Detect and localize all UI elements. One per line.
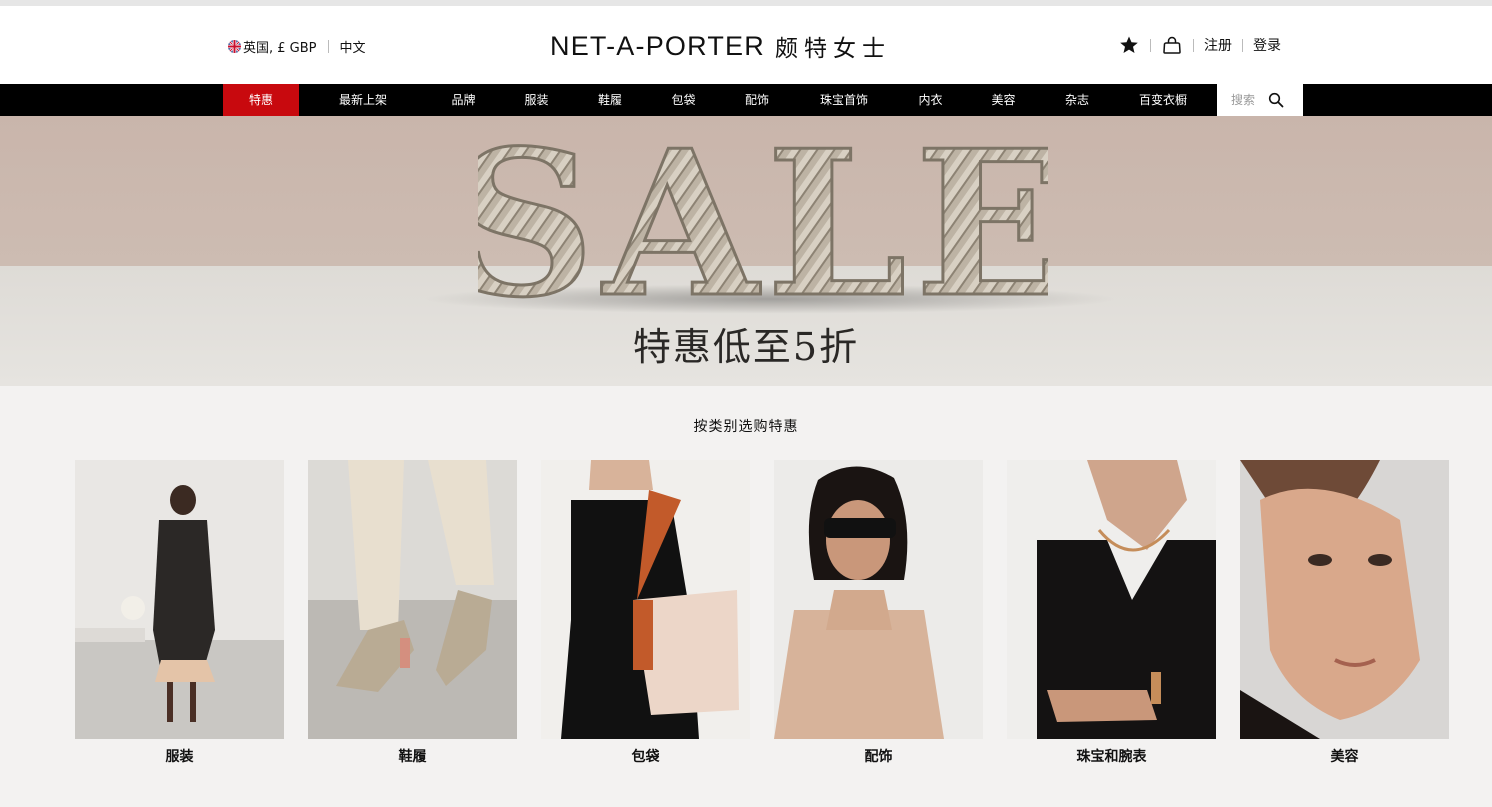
divider <box>1193 38 1194 52</box>
category-label-beauty[interactable]: 美容 <box>1240 746 1449 766</box>
login-link[interactable]: 登录 <box>1253 35 1281 55</box>
logo-wordmark: NET-A-PORTER <box>550 30 765 61</box>
divider <box>327 40 329 53</box>
nav-item-bags[interactable]: 包袋 <box>647 84 720 116</box>
nav-item-jewelry[interactable]: 珠宝首饰 <box>794 84 894 116</box>
category-label-bags[interactable]: 包袋 <box>541 746 750 766</box>
divider <box>1150 38 1151 52</box>
country-currency-link[interactable]: 英国, £ GBP <box>243 37 317 56</box>
nav-item-shoes[interactable]: 鞋履 <box>573 84 647 116</box>
category-grid: 服装 鞋履 包袋 配饰 珠宝和腕表 美容 <box>75 460 1449 766</box>
category-label-shoes[interactable]: 鞋履 <box>308 746 517 766</box>
search-input[interactable] <box>1231 93 1267 107</box>
hero-word-text: SALE <box>478 134 1048 314</box>
category-image-shoes[interactable] <box>308 460 517 739</box>
site-logo[interactable]: NET-A-PORTER 颇特女士 <box>550 29 891 63</box>
register-link[interactable]: 注册 <box>1204 35 1232 55</box>
category-image-bags[interactable] <box>541 460 750 739</box>
rope-sale-word: SALE <box>478 134 1048 314</box>
category-card-shoes[interactable]: 鞋履 <box>308 460 517 766</box>
site-header: 英国, £ GBP 中文 NET-A-PORTER 颇特女士 注册 登录 <box>0 6 1492 84</box>
category-card-beauty[interactable]: 美容 <box>1240 460 1449 766</box>
nav-item-wardrobe[interactable]: 百变衣橱 <box>1114 84 1212 116</box>
flag-uk-icon[interactable] <box>228 40 241 53</box>
category-card-jewelry-watches[interactable]: 珠宝和腕表 <box>1007 460 1216 766</box>
category-image-beauty[interactable] <box>1240 460 1449 739</box>
logo-chinese: 颇特女士 <box>774 36 891 62</box>
locale-switcher: 英国, £ GBP 中文 <box>228 37 366 56</box>
category-card-clothing[interactable]: 服装 <box>75 460 284 766</box>
category-image-clothing[interactable] <box>75 460 284 739</box>
sale-hero-banner[interactable]: SALE 特惠低至5折 <box>0 116 1492 386</box>
category-label-clothing[interactable]: 服装 <box>75 746 284 766</box>
divider <box>1242 38 1243 52</box>
nav-item-sale[interactable]: 特惠 <box>223 84 299 116</box>
nav-item-lingerie[interactable]: 内衣 <box>894 84 967 116</box>
main-nav: 特惠 最新上架 品牌 服装 鞋履 包袋 配饰 珠宝首饰 内衣 美容 杂志 百变衣… <box>0 84 1492 116</box>
category-card-bags[interactable]: 包袋 <box>541 460 750 766</box>
search-box <box>1217 84 1303 116</box>
category-label-jewelry-watches[interactable]: 珠宝和腕表 <box>1007 746 1216 766</box>
nav-item-clothing[interactable]: 服装 <box>500 84 573 116</box>
nav-list: 特惠 最新上架 品牌 服装 鞋履 包袋 配饰 珠宝首饰 内衣 美容 杂志 百变衣… <box>223 84 1212 116</box>
hero-subtitle: 特惠低至5折 <box>632 325 860 369</box>
nav-item-new-in[interactable]: 最新上架 <box>299 84 427 116</box>
nav-item-beauty[interactable]: 美容 <box>967 84 1040 116</box>
nav-item-accessories[interactable]: 配饰 <box>720 84 794 116</box>
shopping-bag-icon[interactable] <box>1161 34 1183 56</box>
category-image-jewelry-watches[interactable] <box>1007 460 1216 739</box>
wishlist-star-icon[interactable] <box>1118 34 1140 56</box>
nav-item-designers[interactable]: 品牌 <box>427 84 500 116</box>
account-tools: 注册 登录 <box>1118 34 1281 56</box>
category-card-accessories[interactable]: 配饰 <box>774 460 983 766</box>
language-link[interactable]: 中文 <box>340 37 366 56</box>
nav-item-journal[interactable]: 杂志 <box>1040 84 1114 116</box>
search-icon[interactable] <box>1267 91 1285 109</box>
section-title: 按类别选购特惠 <box>693 419 799 435</box>
category-image-accessories[interactable] <box>774 460 983 739</box>
category-label-accessories[interactable]: 配饰 <box>774 746 983 766</box>
